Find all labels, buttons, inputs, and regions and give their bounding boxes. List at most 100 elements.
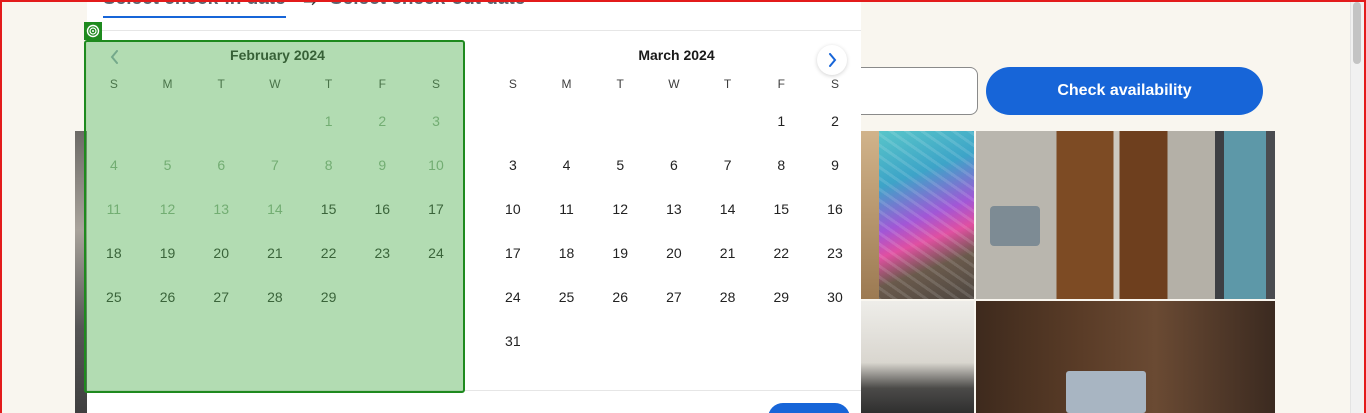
footer-action-button[interactable] — [768, 403, 850, 413]
calendar-day[interactable]: 15 — [302, 189, 356, 229]
month-february-2024: February 2024 S M T W T F S 1 2 3 4 5 6 7 8 9 10 11 12 13 14… — [87, 41, 463, 319]
calendar-day[interactable]: 30 — [808, 277, 862, 317]
calendar-day: 10 — [428, 157, 444, 173]
calendar-day[interactable]: 18 — [540, 233, 594, 273]
page-scrollbar[interactable] — [1350, 0, 1364, 413]
calendar-day[interactable]: 1 — [754, 101, 808, 141]
calendar-day[interactable]: 9 — [808, 145, 862, 185]
weekday-label: S — [830, 77, 839, 91]
target-icon — [84, 22, 102, 40]
hotel-photo-room[interactable] — [861, 301, 974, 413]
month-march-2024: March 2024 S M T W T F S 1 2 3 4 5 6 7 8 9 10 11 12 13 14 15 1… — [486, 41, 862, 363]
calendar-day[interactable]: 17 — [486, 233, 540, 273]
calendar-day[interactable]: 13 — [647, 189, 701, 229]
next-month-button[interactable] — [817, 45, 847, 75]
calendar-day: 8 — [324, 157, 333, 173]
calendar-week-row: 4 5 6 7 8 9 10 — [87, 143, 463, 187]
calendar-day[interactable]: 23 — [808, 233, 862, 273]
calendar-day: 11 — [106, 201, 122, 217]
calendar-day[interactable]: 27 — [194, 277, 248, 317]
calendar-day[interactable]: 22 — [302, 233, 356, 273]
calendar-week-row: 12 — [486, 99, 862, 143]
weekday-header-row: SMTWTFS — [486, 69, 862, 99]
date-picker-popup: Select check-in date → Select check-out … — [87, 0, 861, 413]
calendar-day[interactable]: 20 — [194, 233, 248, 273]
calendar-day: 6 — [217, 157, 226, 173]
tab-check-out-date[interactable]: Select check-out date — [330, 0, 525, 8]
calendar-day[interactable]: 16 — [355, 189, 409, 229]
calendar-week-row: 11 12 13 14 15 16 17 — [87, 187, 463, 231]
calendar-week-row: 1 2 3 — [87, 99, 463, 143]
calendar-day[interactable]: 24 — [486, 277, 540, 317]
calendar-day[interactable]: 26 — [593, 277, 647, 317]
calendar-day[interactable]: 3 — [486, 145, 540, 185]
calendar-day[interactable]: 16 — [808, 189, 862, 229]
calendar-week-row: 24 25 26 27 28 29 30 — [486, 275, 862, 319]
calendar-day[interactable]: 27 — [647, 277, 701, 317]
calendar-grid: S M T W T F S 1 2 3 4 5 6 7 8 9 10 11 12 13 14 15 16 17 18 19 20 21… — [486, 69, 862, 363]
calendar-day[interactable]: 10 — [486, 189, 540, 229]
weekday-label: M — [561, 77, 572, 91]
calendar-day: 14 — [267, 201, 283, 217]
calendar-day[interactable]: 11 — [540, 189, 594, 229]
calendar-day[interactable]: 5 — [593, 145, 647, 185]
weekday-label: F — [378, 77, 386, 91]
calendar-day[interactable]: 31 — [486, 321, 540, 361]
calendar-day[interactable]: 26 — [141, 277, 195, 317]
calendar-week-row: 18 19 20 21 22 23 24 — [87, 231, 463, 275]
scrollbar-thumb[interactable] — [1353, 2, 1361, 64]
footer-divider — [87, 390, 861, 391]
calendar-day[interactable]: 23 — [355, 233, 409, 273]
calendar-day[interactable]: 17 — [409, 189, 463, 229]
calendar-day[interactable]: 29 — [302, 277, 356, 317]
calendar-week-row: 31 — [486, 319, 862, 363]
hotel-sign — [990, 206, 1040, 246]
weekday-label: S — [508, 77, 517, 91]
calendar-day: 4 — [109, 157, 118, 173]
month-title: March 2024 — [638, 47, 715, 63]
calendar-day: 5 — [163, 157, 172, 173]
calendar-day: 13 — [213, 201, 229, 217]
calendar-day[interactable]: 21 — [248, 233, 302, 273]
hotel-photo-entrance[interactable] — [976, 131, 1275, 299]
calendar-day[interactable]: 19 — [141, 233, 195, 273]
weekday-label: T — [723, 77, 732, 91]
calendar-day[interactable]: 8 — [754, 145, 808, 185]
hotel-photo-main[interactable] — [75, 131, 87, 413]
calendar-day[interactable]: 19 — [593, 233, 647, 273]
calendar-day[interactable]: 21 — [701, 233, 755, 273]
calendar-day: 12 — [159, 201, 176, 217]
hotel-photo-lounge[interactable] — [976, 301, 1275, 413]
tab-check-in-date[interactable]: Select check-in date — [103, 0, 286, 18]
calendar-day[interactable]: 4 — [540, 145, 594, 185]
calendar-day[interactable]: 25 — [540, 277, 594, 317]
calendar-day: 3 — [432, 113, 440, 129]
calendar-week-row: 10 11 12 13 14 15 16 — [486, 187, 862, 231]
calendar-day: 7 — [271, 157, 279, 173]
check-availability-button[interactable]: Check availability — [986, 67, 1263, 115]
calendar-day[interactable]: 28 — [701, 277, 755, 317]
calendar-week-row: 3456789 — [486, 143, 862, 187]
weekday-label: W — [668, 77, 680, 91]
previous-month-button[interactable] — [101, 43, 129, 71]
weekday-label: S — [109, 77, 118, 91]
weekday-label: T — [616, 77, 624, 91]
month-title: February 2024 — [230, 47, 325, 63]
calendar-day[interactable]: 12 — [593, 189, 647, 229]
weekday-header-row: SMTWTFS — [87, 69, 463, 99]
calendar-day[interactable]: 25 — [87, 277, 141, 317]
calendar-day[interactable]: 18 — [87, 233, 141, 273]
calendar-day[interactable]: 20 — [647, 233, 701, 273]
hotel-photo-street[interactable] — [861, 131, 974, 299]
weekday-label: T — [217, 77, 225, 91]
calendar-day[interactable]: 14 — [701, 189, 755, 229]
calendar-day[interactable]: 28 — [248, 277, 302, 317]
calendar-day[interactable]: 29 — [754, 277, 808, 317]
calendar-day[interactable]: 15 — [754, 189, 808, 229]
calendar-day[interactable]: 24 — [409, 233, 463, 273]
calendar-day[interactable]: 2 — [808, 101, 862, 141]
calendar-day[interactable]: 22 — [754, 233, 808, 273]
date-picker-header: Select check-in date → Select check-out … — [87, 0, 861, 31]
calendar-day[interactable]: 7 — [701, 145, 755, 185]
calendar-day[interactable]: 6 — [647, 145, 701, 185]
